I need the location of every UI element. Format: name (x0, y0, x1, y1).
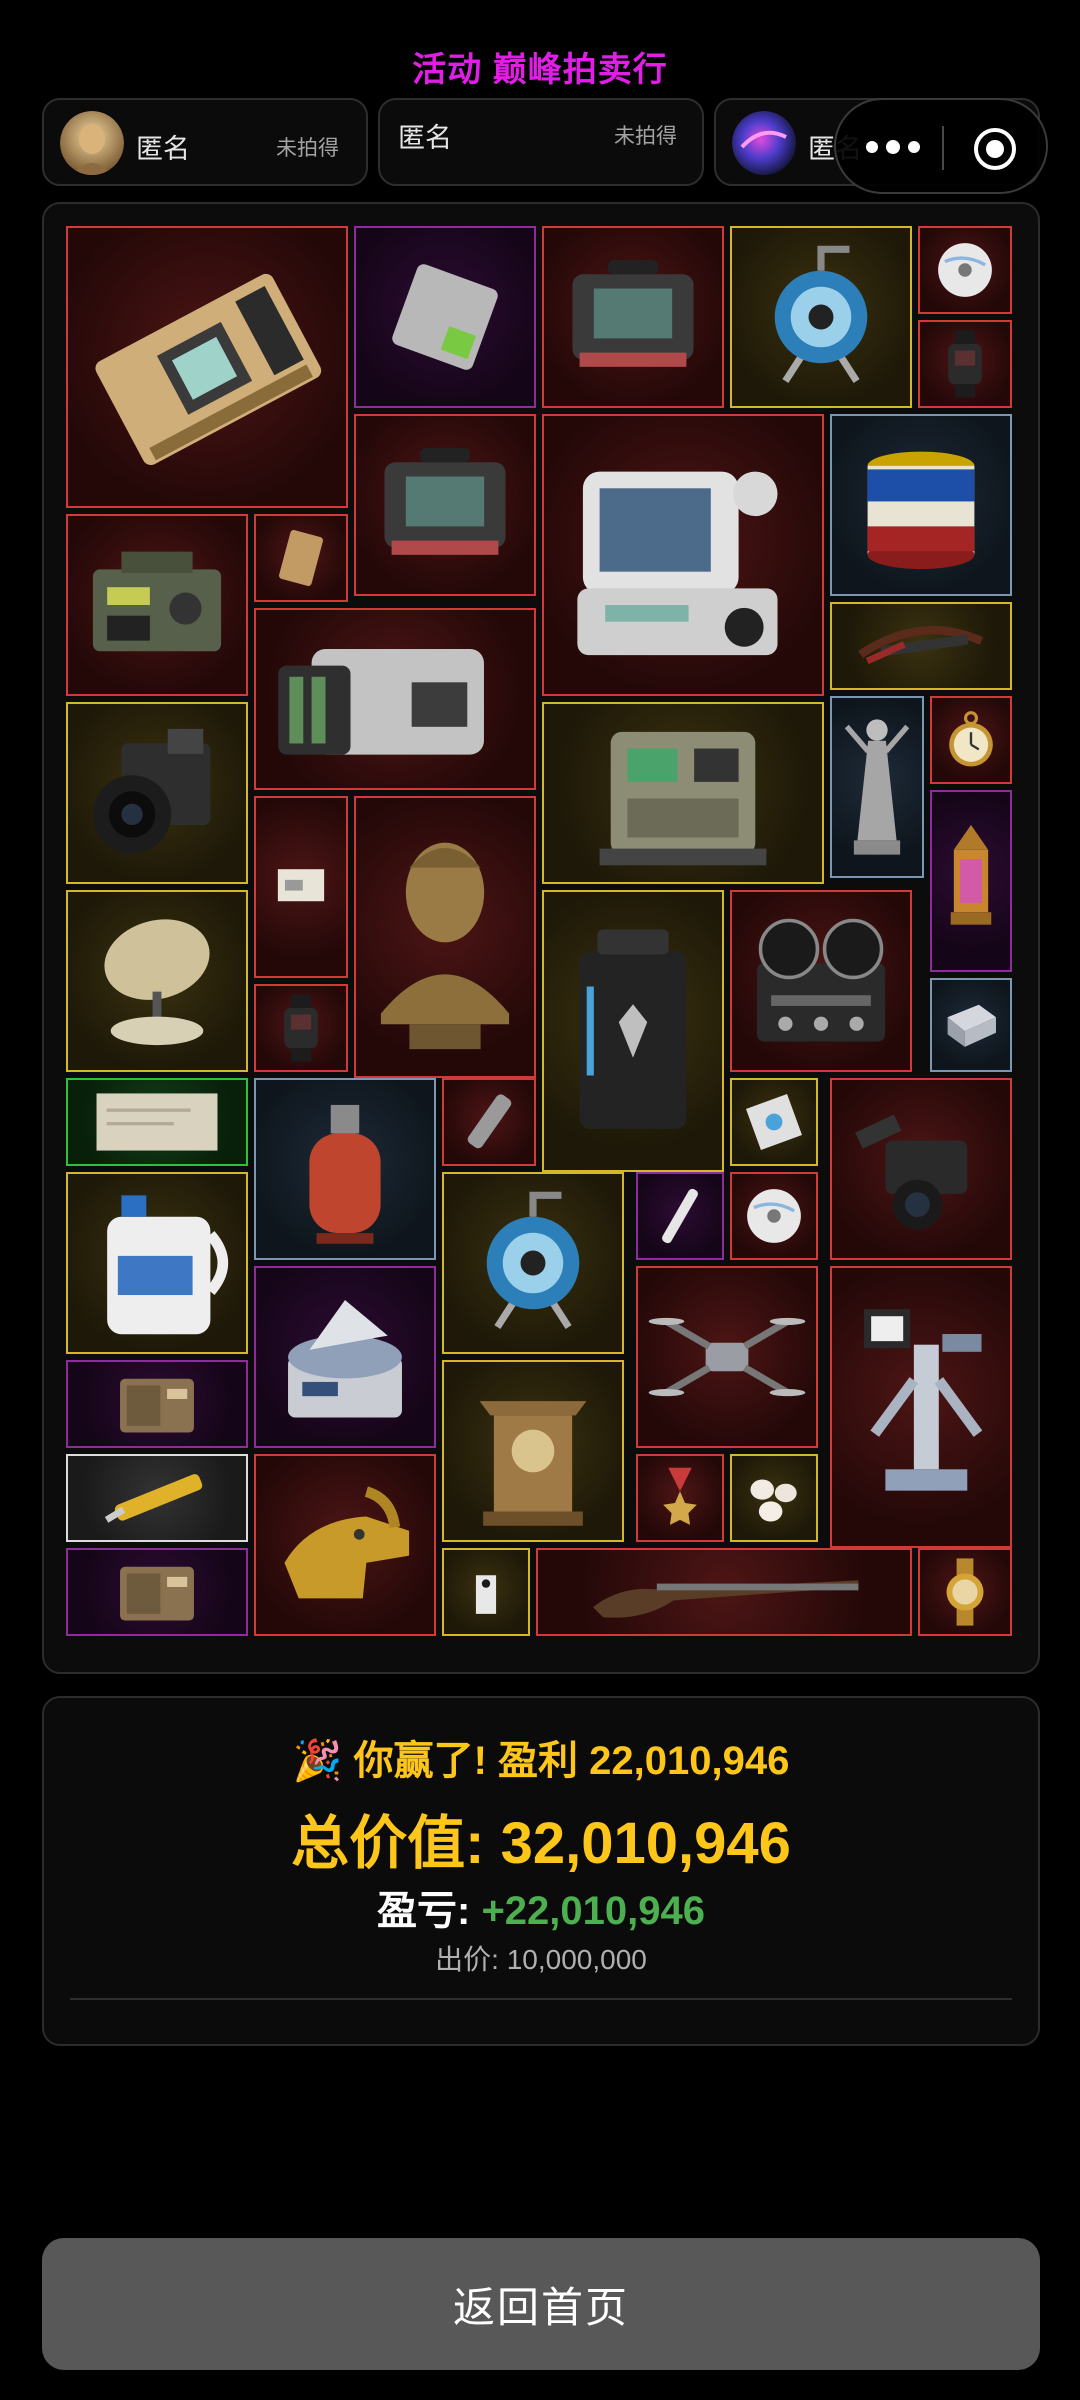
back-home-button[interactable]: 返回首页 (42, 2238, 1040, 2370)
item-satellite-dish[interactable] (66, 890, 248, 1072)
item-golden-crocodile-head[interactable] (254, 1454, 436, 1636)
item-old-paper[interactable] (66, 1078, 248, 1166)
item-centrifuge[interactable] (254, 1266, 436, 1448)
item-utility-knife[interactable] (66, 1454, 248, 1542)
profit-loss-label: 盈亏: (376, 1889, 471, 1933)
item-bust-statue[interactable] (354, 796, 536, 1078)
player-card-2: 匿名 未拍得 (378, 98, 704, 186)
item-drone[interactable] (636, 1266, 818, 1448)
item-hose-reel-2[interactable] (442, 1172, 624, 1354)
profit-loss-amount: +22,010,946 (481, 1889, 705, 1933)
player-status-1: 未拍得 (276, 137, 339, 160)
more-dots-icon[interactable] (866, 138, 930, 158)
item-medical-robot[interactable] (830, 1266, 1012, 1548)
player-name-2: 匿名 (398, 123, 452, 153)
party-popper-icon: 🎉 (292, 1739, 343, 1783)
item-medical-monitor[interactable] (542, 414, 824, 696)
capsule-divider (942, 126, 944, 170)
item-ssd-chip[interactable] (354, 226, 536, 408)
item-server-rack[interactable] (254, 608, 536, 790)
item-cpu-chip[interactable] (730, 1078, 818, 1166)
item-detergent-jug[interactable] (66, 1172, 248, 1354)
profit-loss: 盈亏: +22,010,946 (44, 1878, 1038, 1936)
item-cd-disc-2[interactable] (730, 1172, 818, 1260)
item-flintlock-rifle[interactable] (536, 1548, 912, 1636)
item-card[interactable] (254, 514, 348, 602)
item-hose-reel[interactable] (730, 226, 912, 408)
item-camera[interactable] (66, 702, 248, 884)
total-value-label: 总价值: (291, 1811, 485, 1876)
item-radio-2[interactable] (66, 1548, 248, 1636)
player-card-1: 匿名 未拍得 (42, 98, 368, 186)
item-gas-cylinder[interactable] (254, 1078, 436, 1260)
item-grid (42, 202, 1040, 1674)
item-flashlight[interactable] (442, 1078, 536, 1166)
item-pocket-watch[interactable] (930, 696, 1012, 784)
player-name-1: 匿名 (136, 134, 190, 164)
page-title: 活动 巅峰拍卖行 (412, 51, 668, 89)
item-paint-bucket[interactable] (830, 414, 1012, 596)
item-lantern[interactable] (930, 790, 1012, 972)
item-video-camera[interactable] (830, 1078, 1012, 1260)
player-avatar-1 (60, 111, 124, 175)
target-circle-icon[interactable] (972, 126, 1018, 172)
total-value: 总价值: 32,010,946 (44, 1796, 1038, 1880)
item-radio[interactable] (66, 1360, 248, 1448)
item-control-console[interactable] (542, 702, 824, 884)
result-divider (70, 1998, 1012, 2000)
item-smart-watch-2[interactable] (254, 984, 348, 1072)
total-value-amount: 32,010,946 (500, 1811, 791, 1876)
item-reel-tape-recorder[interactable] (730, 890, 912, 1072)
player-avatar-3 (732, 111, 796, 175)
item-gpu-card[interactable] (66, 226, 348, 508)
item-cd-disc[interactable] (918, 226, 1012, 314)
item-toothbrush[interactable] (636, 1172, 724, 1260)
item-medal[interactable] (636, 1454, 724, 1542)
item-military-radio[interactable] (66, 514, 248, 696)
item-monitor-device[interactable] (542, 226, 724, 408)
item-smart-watch[interactable] (918, 320, 1012, 408)
item-gold-watch[interactable] (918, 1548, 1012, 1636)
item-pearls[interactable] (730, 1454, 818, 1542)
player-status-2: 未拍得 (614, 125, 677, 148)
bid-amount: 出价: 10,000,000 (435, 1944, 647, 1975)
item-crossbow[interactable] (830, 602, 1012, 690)
item-monitor-device-2[interactable] (354, 414, 536, 596)
item-silver-box[interactable] (930, 978, 1012, 1072)
item-statue-figure[interactable] (830, 696, 924, 878)
item-small-note[interactable] (254, 796, 348, 978)
item-power-station[interactable] (542, 890, 724, 1172)
miniprogram-capsule (834, 98, 1048, 194)
item-tag[interactable] (442, 1548, 530, 1636)
win-message: 🎉 你赢了! 盈利 22,010,946 (44, 1728, 1038, 1786)
item-ancient-clock[interactable] (442, 1360, 624, 1542)
win-text: 你赢了! 盈利 22,010,946 (353, 1739, 790, 1783)
result-panel: 🎉 你赢了! 盈利 22,010,946 总价值: 32,010,946 盈亏:… (42, 1696, 1040, 2046)
